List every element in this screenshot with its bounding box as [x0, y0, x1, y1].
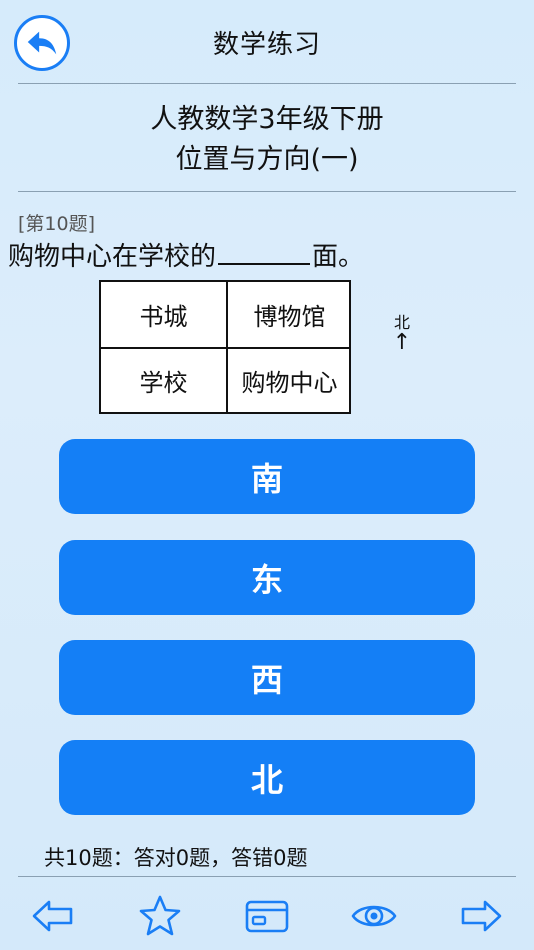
answer-blank	[218, 238, 311, 265]
title-divider	[18, 191, 516, 192]
option-button-4[interactable]: 北	[59, 740, 475, 815]
page-title: 数学练习	[212, 30, 321, 60]
star-icon	[139, 895, 181, 936]
eye-icon	[351, 905, 397, 927]
header-divider	[18, 83, 516, 84]
question-text-before: 购物中心在学校的	[8, 242, 217, 272]
prev-arrow-icon	[33, 900, 73, 932]
question-number: [第10题]	[18, 213, 96, 235]
grid-cell: 书城	[139, 303, 188, 331]
grid-cell: 购物中心	[226, 347, 351, 412]
next-arrow-icon	[461, 900, 501, 932]
show-answer-button[interactable]	[345, 887, 403, 945]
option-button-2[interactable]: 东	[59, 540, 475, 615]
option-button-3[interactable]: 西	[59, 640, 475, 715]
option-button-1[interactable]: 南	[59, 439, 475, 514]
prev-button[interactable]	[24, 887, 82, 945]
book-chapter: 位置与方向(一)	[175, 144, 359, 175]
grid-cell: 学校	[101, 347, 226, 412]
book-title: 人教数学3年级下册 位置与方向(一)	[0, 100, 534, 180]
location-grid: 书城 博物馆 学校 购物中心	[99, 280, 351, 414]
north-arrow-icon: ↑	[392, 330, 412, 355]
book-grade: 人教数学3年级下册	[150, 104, 384, 135]
bottom-toolbar	[0, 882, 534, 950]
question-text-after: 面。	[312, 242, 365, 272]
answer-card-button[interactable]	[238, 887, 296, 945]
grid-cell: 博物馆	[226, 282, 351, 347]
card-icon	[245, 900, 289, 933]
footer-divider	[18, 876, 516, 877]
question-text: 购物中心在学校的 面。	[8, 236, 364, 273]
score-summary: 共10题：答对0题，答错0题	[44, 846, 308, 870]
next-button[interactable]	[452, 887, 510, 945]
north-indicator: 北 ↑	[390, 314, 414, 354]
favorite-button[interactable]	[131, 887, 189, 945]
